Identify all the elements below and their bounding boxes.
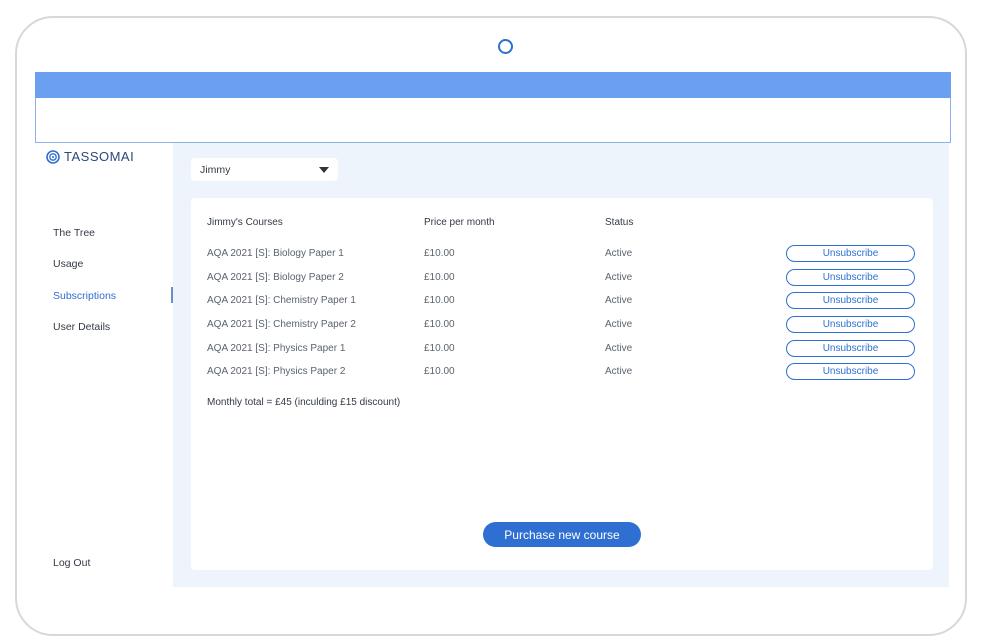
course-price: £10.00 (424, 248, 455, 259)
sidebar-item-usage[interactable]: Usage (53, 258, 83, 270)
course-status: Active (605, 343, 633, 354)
course-price: £10.00 (424, 343, 455, 354)
course-price: £10.00 (424, 272, 455, 283)
course-status: Active (605, 248, 633, 259)
course-name: AQA 2021 [S]: Chemistry Paper 1 (207, 295, 356, 306)
course-name: AQA 2021 [S]: Biology Paper 1 (207, 248, 344, 259)
browser-header-bar (35, 72, 951, 98)
logout-link[interactable]: Log Out (53, 557, 90, 569)
course-price: £10.00 (424, 319, 455, 330)
unsubscribe-button[interactable]: Unsubscribe (786, 340, 915, 357)
tassomai-logo[interactable]: TASSOMAI (46, 149, 134, 164)
unsubscribe-button[interactable]: Unsubscribe (786, 292, 915, 309)
course-status: Active (605, 272, 633, 283)
unsubscribe-button[interactable]: Unsubscribe (786, 363, 915, 380)
browser-banner (35, 98, 951, 143)
course-status: Active (605, 366, 633, 377)
column-header-status: Status (605, 217, 634, 228)
sidebar-item-the-tree[interactable]: The Tree (53, 227, 95, 239)
course-name: AQA 2021 [S]: Chemistry Paper 2 (207, 319, 356, 330)
caret-down-icon (319, 166, 329, 173)
monthly-total: Monthly total = £45 (inculding £15 disco… (207, 397, 401, 408)
column-header-courses: Jimmy's Courses (207, 217, 283, 228)
sidebar-item-user-details[interactable]: User Details (53, 321, 110, 333)
course-name: AQA 2021 [S]: Physics Paper 1 (207, 343, 346, 354)
course-status: Active (605, 295, 633, 306)
course-price: £10.00 (424, 366, 455, 377)
spiral-logo-icon (46, 149, 60, 164)
column-header-price: Price per month (424, 217, 495, 228)
sidebar-item-subscriptions[interactable]: Subscriptions (53, 290, 116, 302)
course-name: AQA 2021 [S]: Physics Paper 2 (207, 366, 346, 377)
camera-icon (498, 39, 513, 54)
user-select-dropdown[interactable]: Jimmy (191, 158, 338, 181)
user-select-value: Jimmy (200, 163, 231, 176)
purchase-new-course-button[interactable]: Purchase new course (483, 522, 641, 547)
unsubscribe-button[interactable]: Unsubscribe (786, 316, 915, 333)
brand-name: TASSOMAI (64, 149, 135, 164)
unsubscribe-button[interactable]: Unsubscribe (786, 245, 915, 262)
course-name: AQA 2021 [S]: Biology Paper 2 (207, 272, 344, 283)
course-price: £10.00 (424, 295, 455, 306)
course-status: Active (605, 319, 633, 330)
unsubscribe-button[interactable]: Unsubscribe (786, 269, 915, 286)
